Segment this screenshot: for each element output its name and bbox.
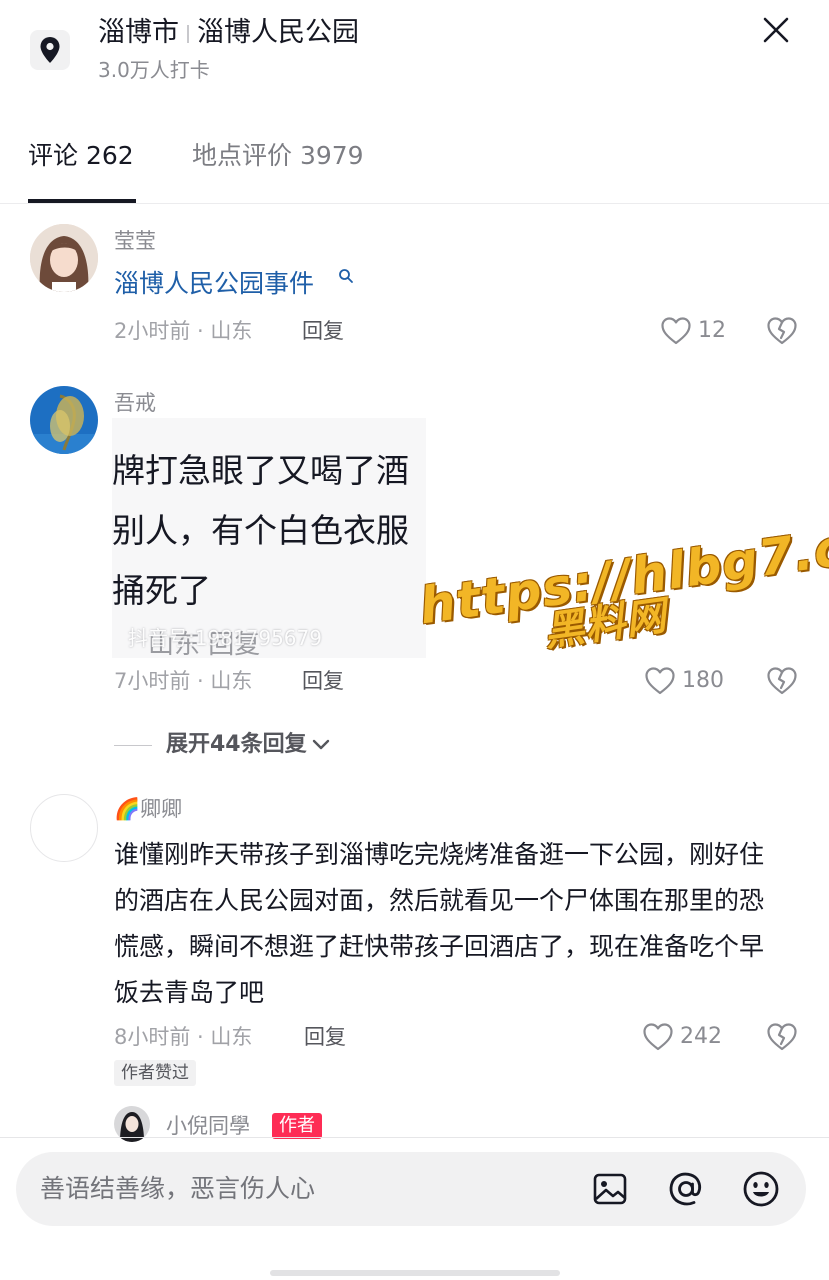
- dislike-button[interactable]: [766, 1022, 798, 1056]
- location-pin-badge: [30, 30, 70, 70]
- comment-image[interactable]: 牌打急眼了又喝了酒 别人，有个白色衣服 捅死了 山东 回复 抖音号:198179…: [112, 418, 426, 658]
- image-icon: [593, 1173, 627, 1205]
- image-text-line: 捅死了: [112, 571, 211, 610]
- like-button[interactable]: 180: [644, 664, 724, 698]
- image-button[interactable]: [590, 1169, 630, 1209]
- reply-button[interactable]: 回复: [302, 316, 344, 346]
- like-count: 242: [680, 1024, 722, 1049]
- author-liked-badge: 作者赞过: [114, 1060, 196, 1086]
- comment-time-location: 8小时前 · 山东: [114, 1025, 253, 1049]
- comment-username[interactable]: 莹莹: [114, 226, 156, 256]
- city-name: 淄博市: [98, 17, 179, 48]
- comment-username[interactable]: 卿卿: [140, 797, 182, 821]
- reply-button[interactable]: 回复: [304, 1022, 346, 1052]
- avatar[interactable]: [30, 224, 98, 292]
- image-top-edge: [112, 418, 426, 422]
- dislike-button[interactable]: [766, 316, 798, 350]
- checkin-count: 3.0万人打卡: [98, 58, 210, 82]
- broken-heart-icon: [767, 1023, 797, 1051]
- image-text-line: 牌打急眼了又喝了酒: [112, 451, 409, 490]
- comment-body: 谁懂刚昨天带孩子到淄博吃完烧烤准备逛一下公园，刚好住的酒店在人民公园对面，然后就…: [114, 840, 765, 1007]
- emoji-button[interactable]: [741, 1169, 781, 1209]
- like-button[interactable]: 242: [642, 1020, 722, 1054]
- emoji-icon: [743, 1171, 779, 1207]
- avatar-photo: [30, 224, 98, 292]
- like-count: 180: [682, 668, 724, 693]
- broken-heart-icon: [767, 667, 797, 695]
- avatar-photo: [30, 386, 98, 454]
- comment-input[interactable]: 善语结善缘，恶言伤人心: [40, 1171, 315, 1207]
- expand-replies-button[interactable]: 展开44条回复: [166, 730, 331, 760]
- location-pin-icon: [40, 37, 60, 63]
- comment-username-row[interactable]: 🌈卿卿: [114, 794, 182, 824]
- bottom-divider: [0, 1137, 829, 1138]
- heart-icon: [645, 667, 675, 695]
- image-text-line: 别人，有个白色衣服: [112, 511, 409, 550]
- comment-username[interactable]: 吾戒: [114, 388, 156, 418]
- like-count: 12: [698, 318, 726, 343]
- rainbow-emoji: 🌈: [114, 797, 141, 821]
- broken-heart-icon: [767, 317, 797, 345]
- reply-button[interactable]: 回复: [302, 666, 344, 696]
- heart-icon: [661, 317, 691, 345]
- place-name: 淄博人民公园: [197, 17, 359, 48]
- expand-divider: [114, 745, 152, 746]
- author-badge: 作者: [272, 1113, 322, 1139]
- header-divider: [0, 203, 829, 204]
- mention-button[interactable]: [666, 1169, 706, 1209]
- chevron-down-icon: [312, 739, 329, 750]
- image-watermark: 抖音号:1981795679: [128, 626, 322, 650]
- location-title: 淄博市 淄博人民公园: [98, 14, 359, 52]
- close-icon: [763, 17, 789, 43]
- search-link[interactable]: 淄博人民公园事件: [114, 266, 353, 302]
- tab-comments[interactable]: 评论 262: [28, 138, 134, 174]
- tab-place-reviews[interactable]: 地点评价 3979: [192, 138, 364, 174]
- avatar[interactable]: [30, 386, 98, 454]
- dislike-button[interactable]: [766, 666, 798, 700]
- like-button[interactable]: 12: [660, 314, 726, 348]
- at-icon: [669, 1172, 702, 1206]
- comment-time-location: 7小时前 · 山东: [114, 669, 253, 693]
- expand-replies-label[interactable]: 展开44条回复: [166, 730, 307, 760]
- comment-time-location: 2小时前 · 山东: [114, 319, 253, 343]
- search-icon: [339, 269, 353, 283]
- search-link-text[interactable]: 淄博人民公园事件: [114, 269, 314, 298]
- avatar[interactable]: [30, 794, 98, 862]
- title-separator: [187, 24, 189, 43]
- heart-icon: [643, 1023, 673, 1051]
- close-button[interactable]: [758, 12, 794, 48]
- home-indicator: [270, 1270, 560, 1276]
